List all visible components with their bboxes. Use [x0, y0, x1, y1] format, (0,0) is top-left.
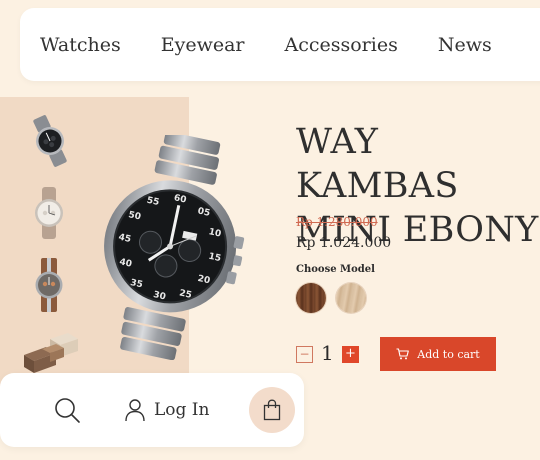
- nav-item-news[interactable]: News: [438, 34, 492, 56]
- add-to-cart-button[interactable]: Add to cart: [380, 337, 496, 371]
- model-swatch-maple[interactable]: [336, 283, 366, 313]
- login-label: Log In: [154, 400, 210, 420]
- thumbnail-wood-boxes[interactable]: [20, 329, 80, 377]
- nav-item-eyewear[interactable]: Eyewear: [161, 34, 245, 56]
- product-title: WAY KAMBAS MINI EBONY: [296, 120, 540, 252]
- thumbnail-wood-steel-watch[interactable]: [28, 257, 72, 313]
- add-to-cart-label: Add to cart: [417, 347, 480, 361]
- nav-item-watches[interactable]: Watches: [40, 34, 121, 56]
- login-button[interactable]: Log In: [124, 395, 209, 425]
- sale-price: Rp 1.024.000: [296, 235, 392, 251]
- thumbnail-white-watch[interactable]: [28, 185, 72, 241]
- nav-item-accessories[interactable]: Accessories: [284, 34, 397, 56]
- product-main-image: 60 05 10 15 20 25 30 35 40 45 50 55: [104, 135, 245, 360]
- thumbnail-black-watch[interactable]: [28, 113, 72, 169]
- shopping-bag-button[interactable]: [249, 387, 295, 433]
- cart-icon: [396, 348, 410, 360]
- top-nav: Watches Eyewear Accessories News: [20, 8, 540, 81]
- quantity-value: 1: [321, 341, 334, 365]
- original-price: Rp 1.280.000: [296, 215, 378, 229]
- bottom-action-bar: Log In: [0, 373, 304, 447]
- choose-model-label: Choose Model: [296, 264, 375, 275]
- quantity-increase-button[interactable]: +: [342, 346, 359, 363]
- user-icon: [125, 399, 145, 422]
- product-title-line1: WAY KAMBAS: [296, 122, 459, 206]
- model-swatch-walnut[interactable]: [296, 283, 326, 313]
- search-icon[interactable]: [52, 395, 82, 425]
- shopping-bag-icon: [263, 399, 281, 421]
- quantity-decrease-button[interactable]: −: [296, 346, 313, 363]
